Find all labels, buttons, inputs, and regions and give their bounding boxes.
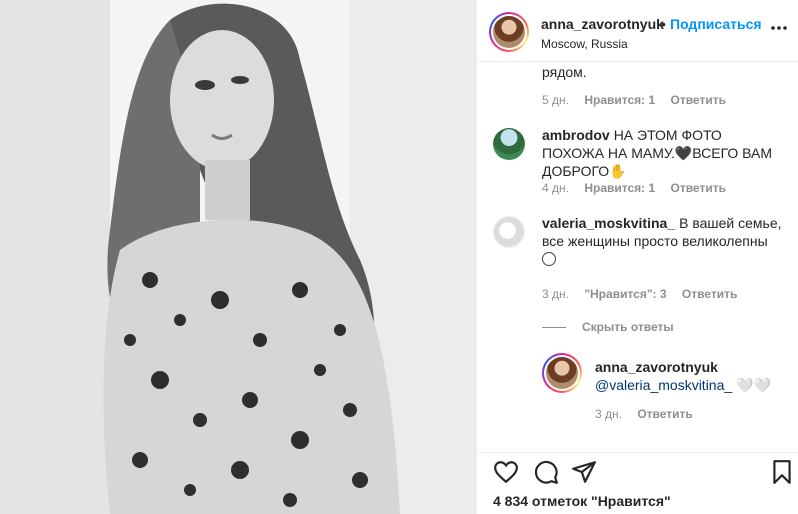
author-username[interactable]: anna_zavorotnyuk [541,16,664,32]
mention-link[interactable]: @valeria_moskvitina_ [595,377,732,393]
comment-time[interactable]: 4 дн. [542,181,569,195]
comment-text-truncated: рядом. [542,64,587,80]
likes-count[interactable]: 4 834 отметок "Нравится" [493,493,671,509]
commenter-avatar[interactable] [493,128,525,160]
commenter-username[interactable]: ambrodov [542,127,610,143]
separator-dot: • [661,16,666,32]
comment-icon[interactable] [533,459,559,485]
comment-time[interactable]: 5 дн. [542,93,569,107]
comment-likes[interactable]: "Нравится": 3 [584,287,666,301]
reply-button[interactable]: Ответить [682,287,737,301]
hide-replies-button[interactable]: Скрыть ответы [542,320,674,334]
post-header: anna_zavorotnyuk • Подписаться Moscow, R… [477,0,798,62]
smile-emoji-icon [542,252,556,266]
post-actions: 4 834 отметок "Нравится" [477,452,798,514]
comment-time[interactable]: 3 дн. [595,407,622,421]
commenter-avatar[interactable] [493,216,525,248]
post-location[interactable]: Moscow, Russia [541,37,628,51]
share-icon[interactable] [571,459,597,485]
commenter-username[interactable]: valeria_moskvitina_ [542,215,675,231]
more-horizontal-icon[interactable] [769,18,789,38]
post-photo-image [0,0,476,514]
post-side-panel: anna_zavorotnyuk • Подписаться Moscow, R… [476,0,798,514]
reply-body: anna_zavorotnyuk @valeria_moskvitina_ 🤍🤍 [595,358,790,394]
comment-likes[interactable]: Нравится: 1 [584,93,655,107]
post-photo[interactable] [0,0,476,514]
comment-meta: 3 дн. "Нравится": 3 Ответить [542,287,749,301]
heart-icon[interactable] [493,459,519,485]
comment-body: ambrodov НА ЭТОМ ФОТО ПОХОЖА НА МАМУ.🖤ВСЕ… [542,126,787,180]
reply-button[interactable]: Ответить [671,93,726,107]
comment-meta: 3 дн. Ответить [595,407,705,421]
reply-button[interactable]: Ответить [637,407,692,421]
reply-button[interactable]: Ответить [671,181,726,195]
reply-author-avatar[interactable] [542,353,582,393]
comment-time[interactable]: 3 дн. [542,287,569,301]
hide-replies-label: Скрыть ответы [582,320,674,334]
comment-body: valeria_moskvitina_ В вашей семье, все же… [542,214,787,268]
comment-meta: 5 дн. Нравится: 1 Ответить [542,93,738,107]
hide-replies-line [542,327,566,329]
author-avatar[interactable] [489,12,529,52]
reply-username[interactable]: anna_zavorotnyuk [595,359,718,375]
follow-button[interactable]: Подписаться [670,16,762,32]
comments-list[interactable]: рядом. 5 дн. Нравится: 1 Ответить ambrod… [477,62,798,452]
bookmark-icon[interactable] [769,459,795,485]
comment-meta: 4 дн. Нравится: 1 Ответить [542,181,738,195]
reply-text: 🤍🤍 [732,377,771,393]
comment-likes[interactable]: Нравится: 1 [584,181,655,195]
